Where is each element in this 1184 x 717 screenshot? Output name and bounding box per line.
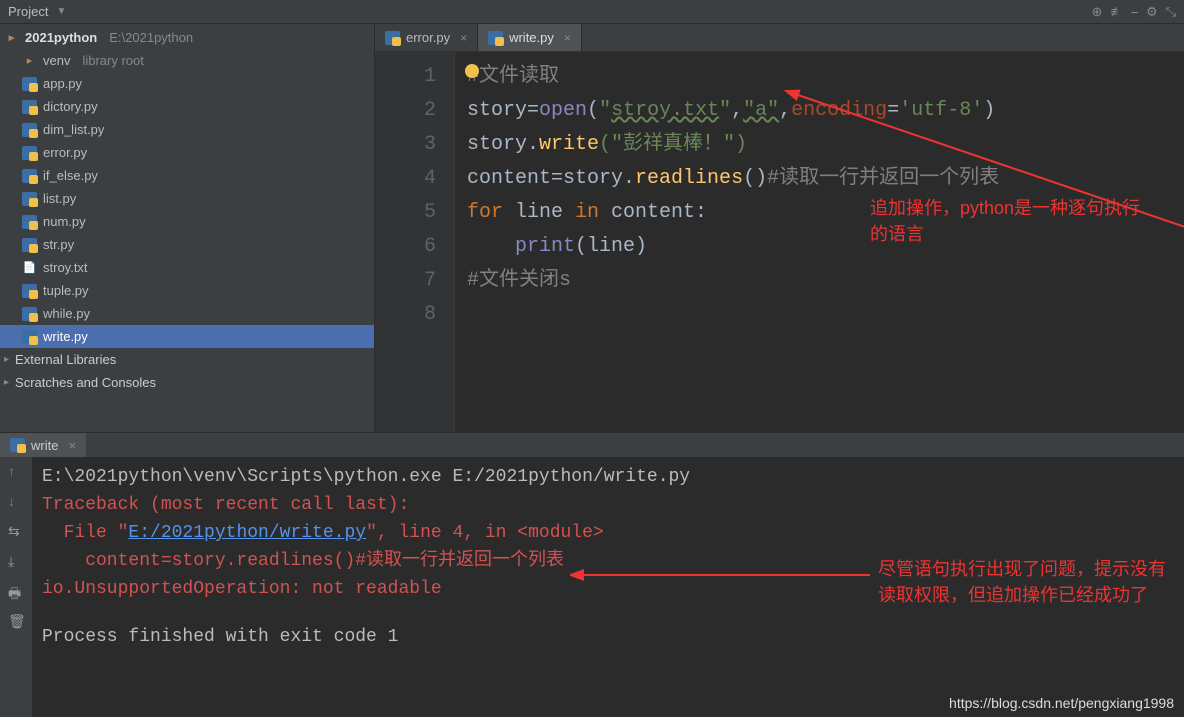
trash-icon[interactable]: 🗑 bbox=[8, 613, 24, 629]
tree-file[interactable]: while.py bbox=[0, 302, 374, 325]
locate-icon[interactable]: ⊕ bbox=[1092, 4, 1103, 20]
tree-file-selected[interactable]: write.py bbox=[0, 325, 374, 348]
tree-file[interactable]: dictory.py bbox=[0, 95, 374, 118]
run-toolbar: ↑ ↓ ⇆ ⤓ 🖶 🗑 bbox=[0, 457, 32, 717]
tree-file[interactable]: str.py bbox=[0, 233, 374, 256]
lightbulb-icon[interactable] bbox=[465, 64, 479, 78]
expand-icon[interactable]: ≢ bbox=[1110, 4, 1123, 20]
external-libraries[interactable]: ▸External Libraries bbox=[0, 348, 374, 371]
text-file-icon: 📄 bbox=[22, 261, 37, 275]
python-file-icon bbox=[22, 215, 37, 229]
close-icon[interactable]: × bbox=[68, 438, 76, 453]
folder-icon: ▸ bbox=[22, 54, 37, 68]
folder-icon: ▸ bbox=[4, 31, 19, 45]
python-file-icon bbox=[22, 100, 37, 114]
scratches-consoles[interactable]: ▸Scratches and Consoles bbox=[0, 371, 374, 394]
tree-file[interactable]: if_else.py bbox=[0, 164, 374, 187]
close-icon[interactable]: × bbox=[460, 31, 467, 45]
stop-icon[interactable]: ↓ bbox=[8, 493, 24, 509]
editor-tabs: error.py × write.py × bbox=[375, 24, 1184, 52]
python-file-icon bbox=[22, 169, 37, 183]
tree-file[interactable]: 📄stroy.txt bbox=[0, 256, 374, 279]
run-tab-write[interactable]: write × bbox=[0, 433, 86, 457]
tree-file[interactable]: dim_list.py bbox=[0, 118, 374, 141]
soft-wrap-icon[interactable]: ⇆ bbox=[8, 523, 24, 539]
tree-file[interactable]: num.py bbox=[0, 210, 374, 233]
gear-icon[interactable]: ⚙ bbox=[1146, 4, 1158, 20]
run-tabs: write × bbox=[0, 433, 1184, 457]
traceback-line: File "E:/2021python/write.py", line 4, i… bbox=[42, 519, 1174, 547]
divider-icon: ⎯ bbox=[1131, 4, 1138, 20]
toolbar-icons: ⊕ ≢ ⎯ ⚙ ⤡ bbox=[1092, 4, 1176, 20]
project-label[interactable]: Project bbox=[8, 4, 48, 19]
chevron-right-icon: ▸ bbox=[4, 354, 9, 365]
python-file-icon bbox=[22, 307, 37, 321]
python-file-icon bbox=[10, 438, 25, 452]
annotation-text-1: 追加操作，python是一种逐句执行的语言 bbox=[870, 195, 1150, 247]
project-toolbar: Project ▼ ⊕ ≢ ⎯ ⚙ ⤡ bbox=[0, 0, 1184, 24]
console-line: E:\2021python\venv\Scripts\python.exe E:… bbox=[42, 463, 1174, 491]
scroll-icon[interactable]: ⤓ bbox=[8, 553, 24, 569]
close-icon[interactable]: × bbox=[564, 31, 571, 45]
python-file-icon bbox=[22, 330, 37, 344]
python-file-icon bbox=[22, 238, 37, 252]
project-tree[interactable]: ▸ 2021python E:\2021python ▸ venv librar… bbox=[0, 24, 374, 432]
python-file-icon bbox=[22, 284, 37, 298]
python-file-icon bbox=[385, 31, 400, 45]
venv-name: venv bbox=[43, 53, 70, 68]
tree-root[interactable]: ▸ 2021python E:\2021python bbox=[0, 26, 374, 49]
tree-file[interactable]: error.py bbox=[0, 141, 374, 164]
chevron-right-icon: ▸ bbox=[4, 377, 9, 388]
python-file-icon bbox=[22, 123, 37, 137]
tree-file[interactable]: list.py bbox=[0, 187, 374, 210]
root-path: E:\2021python bbox=[109, 30, 193, 45]
file-link[interactable]: E:/2021python/write.py bbox=[128, 523, 366, 543]
python-file-icon bbox=[22, 192, 37, 206]
project-sidebar: ▸ 2021python E:\2021python ▸ venv librar… bbox=[0, 24, 375, 432]
python-file-icon bbox=[488, 31, 503, 45]
exit-line: Process finished with exit code 1 bbox=[42, 623, 1174, 651]
annotation-text-2: 尽管语句执行出现了问题，提示没有读取权限，但追加操作已经成功了 bbox=[878, 556, 1168, 608]
tree-file[interactable]: app.py bbox=[0, 72, 374, 95]
chevron-down-icon[interactable]: ▼ bbox=[56, 6, 66, 17]
rerun-icon[interactable]: ↑ bbox=[8, 463, 24, 479]
watermark: https://blog.csdn.net/pengxiang1998 bbox=[949, 695, 1174, 711]
tree-venv[interactable]: ▸ venv library root bbox=[0, 49, 374, 72]
tree-file[interactable]: tuple.py bbox=[0, 279, 374, 302]
tab-error[interactable]: error.py × bbox=[375, 24, 478, 51]
venv-note: library root bbox=[82, 53, 143, 68]
traceback-line: Traceback (most recent call last): bbox=[42, 491, 1174, 519]
hide-icon[interactable]: ⤡ bbox=[1166, 4, 1176, 20]
python-file-icon bbox=[22, 77, 37, 91]
tab-write[interactable]: write.py × bbox=[478, 24, 582, 51]
print-icon[interactable]: 🖶 bbox=[8, 583, 24, 599]
python-file-icon bbox=[22, 146, 37, 160]
root-name: 2021python bbox=[25, 30, 97, 45]
line-gutter: 1 2 3 4 5 6 7 8 bbox=[375, 52, 455, 432]
